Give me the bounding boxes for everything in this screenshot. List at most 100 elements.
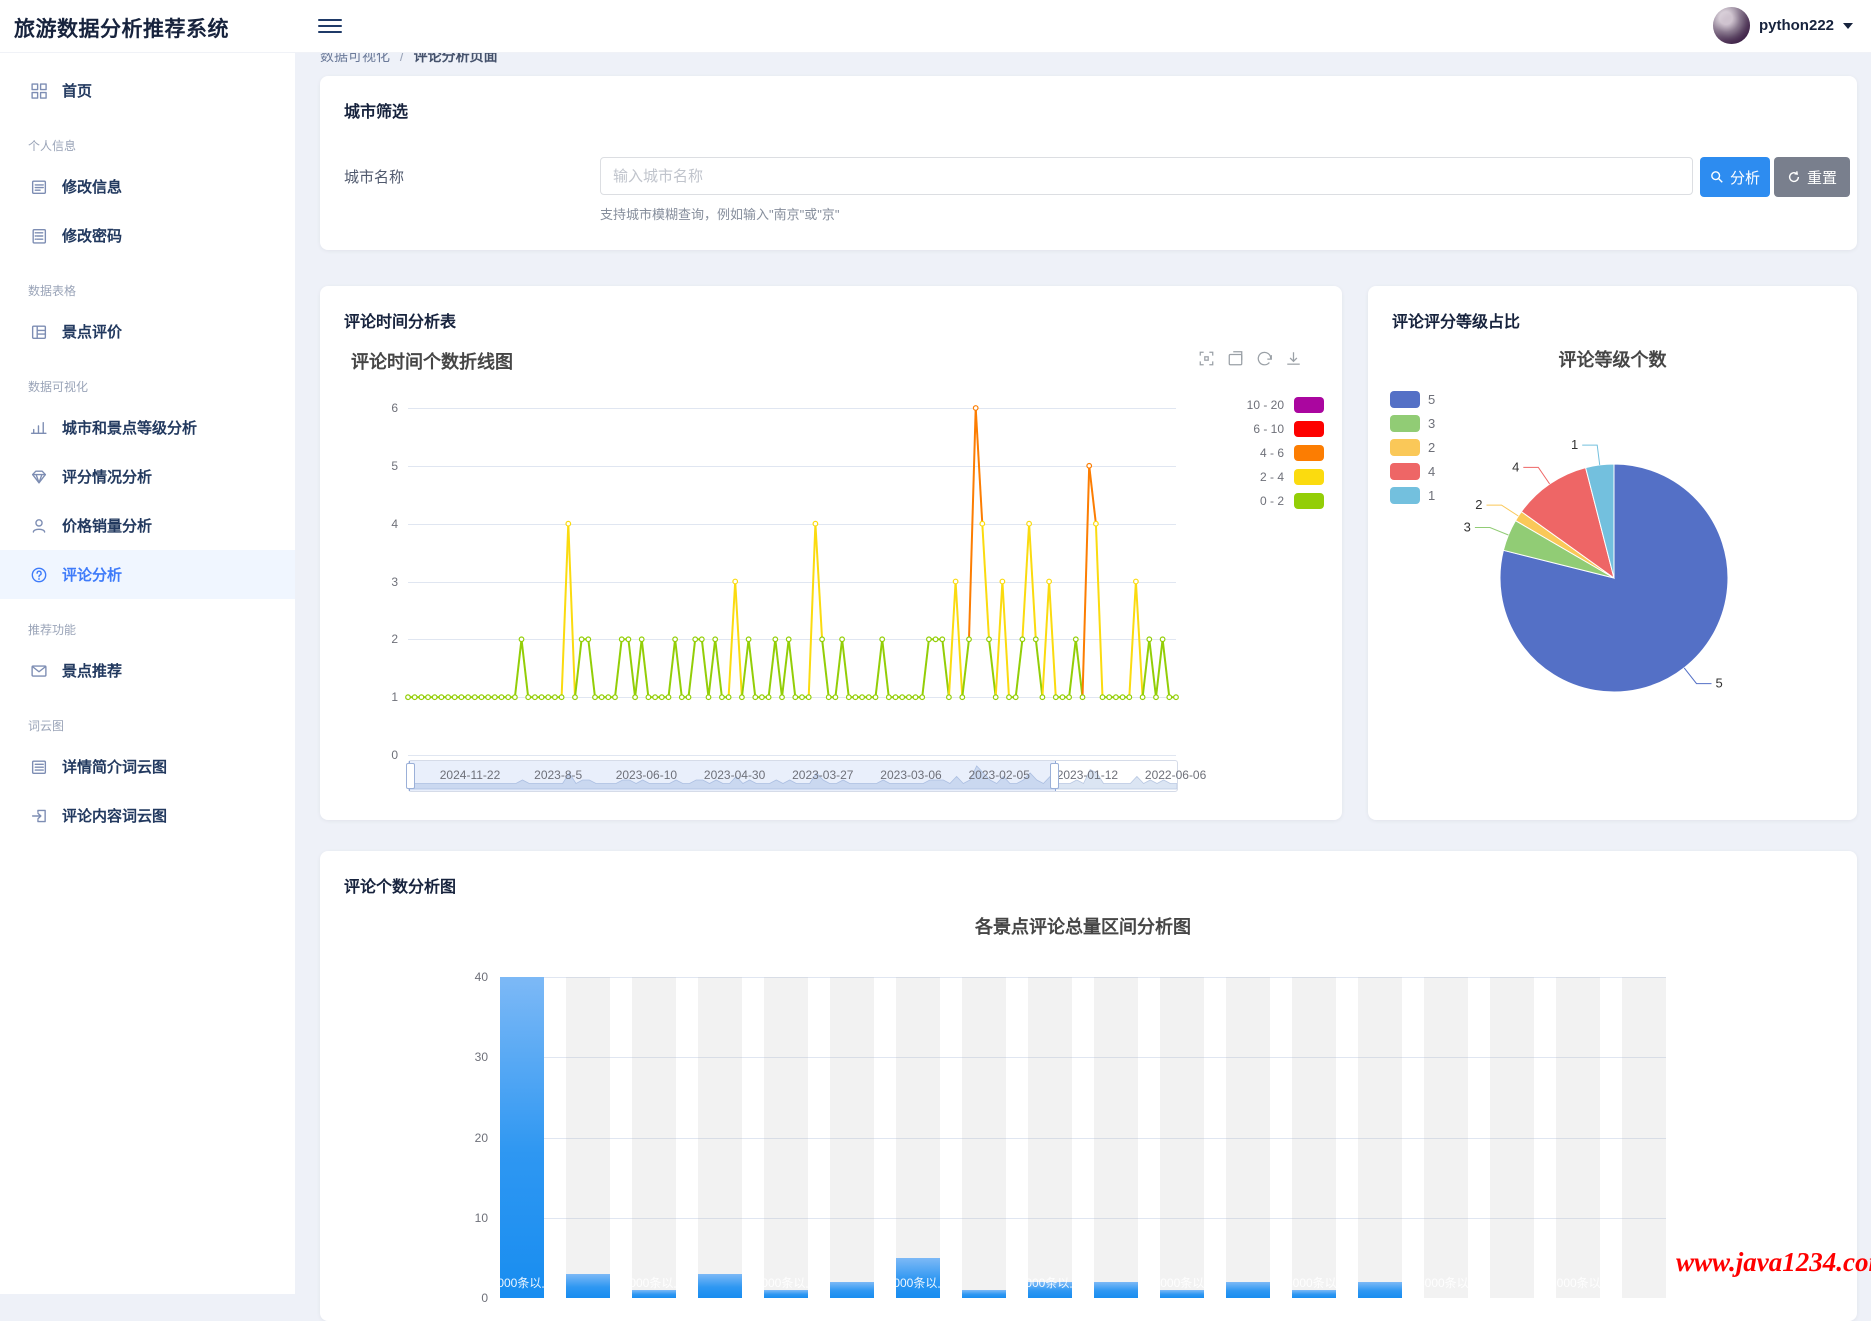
bar-y-tick: 20 (474, 1130, 488, 1145)
svg-text:1: 1 (1571, 437, 1578, 452)
breadcrumb-separator: / (399, 52, 404, 64)
bar-x-label: 7000条以上 (886, 1276, 950, 1290)
bar-x-label: 11000条以上 (1147, 1276, 1217, 1290)
visualmap-piece[interactable]: 6 - 10 (1238, 420, 1324, 437)
sidebar-item-label: 价格销量分析 (62, 518, 153, 535)
svg-text:2: 2 (1475, 497, 1482, 512)
sidebar-toggle-hamburger-icon[interactable] (318, 15, 342, 35)
bar-6000条以上[interactable] (830, 1281, 874, 1298)
bar-background-column (1094, 977, 1138, 1298)
visualmap-piece[interactable]: 10 - 20 (1238, 396, 1324, 413)
city-name-input[interactable] (600, 157, 1693, 195)
breadcrumb-page: 评论分析页面 (413, 52, 498, 64)
doc-lines-icon (31, 759, 47, 774)
app-title: 旅游数据分析推荐系统 (14, 18, 229, 41)
line-y-tick: 6 (391, 401, 398, 415)
comment-time-card: 评论时间分析表 评论时间个数折线图 0 1 2 3 4 5 6 10 - 20 6 - 10… (320, 286, 1342, 820)
bar-background-column (764, 977, 808, 1298)
bar-background-column (1424, 977, 1468, 1298)
analyze-button[interactable]: 分析 (1700, 157, 1770, 197)
chevron-down-icon (1843, 22, 1853, 29)
visualmap-piece[interactable]: 4 - 6 (1238, 444, 1324, 461)
line-y-tick: 3 (391, 574, 398, 589)
sidebar-item-评分情况分析[interactable]: 评分情况分析 (0, 452, 295, 501)
sidebar-item-景点推荐[interactable]: 景点推荐 (0, 646, 295, 695)
search-icon (1711, 171, 1723, 183)
bar-12000条以上[interactable] (1226, 1281, 1270, 1298)
sidebar-item-首页[interactable]: 首页 (0, 66, 295, 115)
sidebar-item-景点评价[interactable]: 景点评价 (0, 307, 295, 356)
filter-card-title: 城市筛选 (344, 104, 409, 121)
bar-2000条以上[interactable] (566, 1273, 610, 1298)
bar-10000条以上[interactable] (1094, 1281, 1138, 1298)
bar-14000条以上[interactable] (1358, 1281, 1402, 1298)
bar-4000条以上[interactable] (698, 1273, 742, 1298)
bar-chart-icon (30, 421, 47, 434)
sidebar-item-评论内容词云图[interactable]: 评论内容词云图 (0, 791, 295, 840)
bar-background-column (632, 977, 676, 1298)
user-menu[interactable]: python222 (1712, 7, 1853, 44)
bar-1000条以上[interactable] (500, 977, 544, 1298)
sidebar-item-详情简介词云图[interactable]: 详情简介词云图 (0, 742, 295, 791)
bar-y-tick: 40 (474, 970, 488, 984)
zoom-reset-icon[interactable] (1227, 350, 1244, 367)
username: python222 (1758, 17, 1834, 34)
visualmap-piece[interactable]: 0 - 2 (1238, 492, 1324, 509)
bar-background-column (1160, 977, 1204, 1298)
table-icon (31, 324, 47, 339)
bar-background-column (1358, 977, 1402, 1298)
sidebar-item-城市和景点等级分析[interactable]: 城市和景点等级分析 (0, 403, 295, 452)
reset-button[interactable]: 重置 (1774, 157, 1850, 197)
line-x-tick: 2023-06-10 (615, 768, 678, 782)
bar-background-column (698, 977, 742, 1298)
bar-x-label: 3000条以上 (622, 1276, 686, 1290)
svg-text:5: 5 (1716, 676, 1723, 691)
datazoom-slider[interactable]: 2024-11-22 2023-8-5 2023-06-10 2023-04-30 20… (406, 760, 1206, 792)
avatar[interactable] (1712, 7, 1750, 44)
svg-text:4: 4 (1512, 459, 1519, 474)
sidebar-item-label: 修改信息 (62, 179, 123, 196)
city-name-label: 城市名称 (344, 169, 405, 186)
sidebar-item-label: 景点评价 (62, 324, 123, 341)
bar-background-column (896, 977, 940, 1298)
bar-background-column (566, 977, 610, 1298)
restore-icon[interactable] (1256, 350, 1273, 367)
bar-background-column (962, 977, 1006, 1298)
bar-background-column (1292, 977, 1336, 1298)
line-x-tick: 2022-06-06 (1144, 768, 1207, 782)
password-list-icon (32, 228, 47, 244)
sidebar-item-label: 景点推荐 (62, 663, 123, 680)
sidebar-section-label: 数据表格 (28, 284, 77, 298)
sidebar-item-价格销量分析[interactable]: 价格销量分析 (0, 501, 295, 550)
main-content: 数据可视化 / 评论分析页面 城市筛选 城市名称 分析 重置 支持城市模糊查询，… (295, 52, 1871, 1321)
line-x-tick: 2023-03-06 (880, 768, 942, 782)
sidebar-item-修改信息[interactable]: 修改信息 (0, 162, 295, 211)
download-icon[interactable] (1285, 350, 1302, 367)
bar-x-label: 1000条以上 (490, 1276, 554, 1290)
filter-hint: 支持城市模糊查询，例如输入"南京"或"京" (600, 207, 840, 222)
breadcrumb: 数据可视化 / 评论分析页面 (320, 52, 498, 67)
datazoom-left-handle[interactable] (406, 763, 415, 789)
bar-x-label: 9000条以上 (1018, 1276, 1082, 1290)
line-x-tick: 2023-04-30 (703, 768, 766, 782)
user-icon (32, 518, 46, 533)
watermark: www.java1234.com (1676, 1247, 1871, 1277)
sidebar-item-label: 详情简介词云图 (62, 759, 168, 776)
bar-background-column (1622, 977, 1666, 1298)
line-x-tick: 2023-03-27 (792, 768, 854, 782)
breadcrumb-section[interactable]: 数据可视化 (320, 52, 390, 64)
datazoom-select-icon[interactable] (1198, 350, 1215, 367)
sidebar-item-修改密码[interactable]: 修改密码 (0, 211, 295, 260)
svg-text:3: 3 (1464, 520, 1471, 535)
enter-arrow-icon (31, 809, 46, 822)
rating-share-card: 评论评分等级占比 评论等级个数 5 3 2 4 153241 (1368, 286, 1857, 820)
bar-y-tick: 10 (474, 1210, 488, 1225)
sidebar-nav: 首页 个人信息 修改信息 修改密码 数据表格 景点评价 数据可视化 城市和景点等级分析 评分情况… (0, 52, 295, 1294)
sidebar-item-label: 修改密码 (62, 228, 123, 245)
sidebar-item-评论分析[interactable]: 评论分析 (0, 550, 295, 599)
datazoom-right-handle[interactable] (1050, 763, 1060, 789)
line-card-title: 评论时间分析表 (344, 314, 457, 331)
visualmap-piece[interactable]: 2 - 4 (1238, 468, 1324, 485)
pie-chart[interactable]: 5 32 4 1 (1368, 286, 1857, 820)
comment-count-card: 评论个数分析图 各景点评论总量区间分析图 40 30 20 10 0 1000条以上 300… (320, 851, 1857, 1321)
